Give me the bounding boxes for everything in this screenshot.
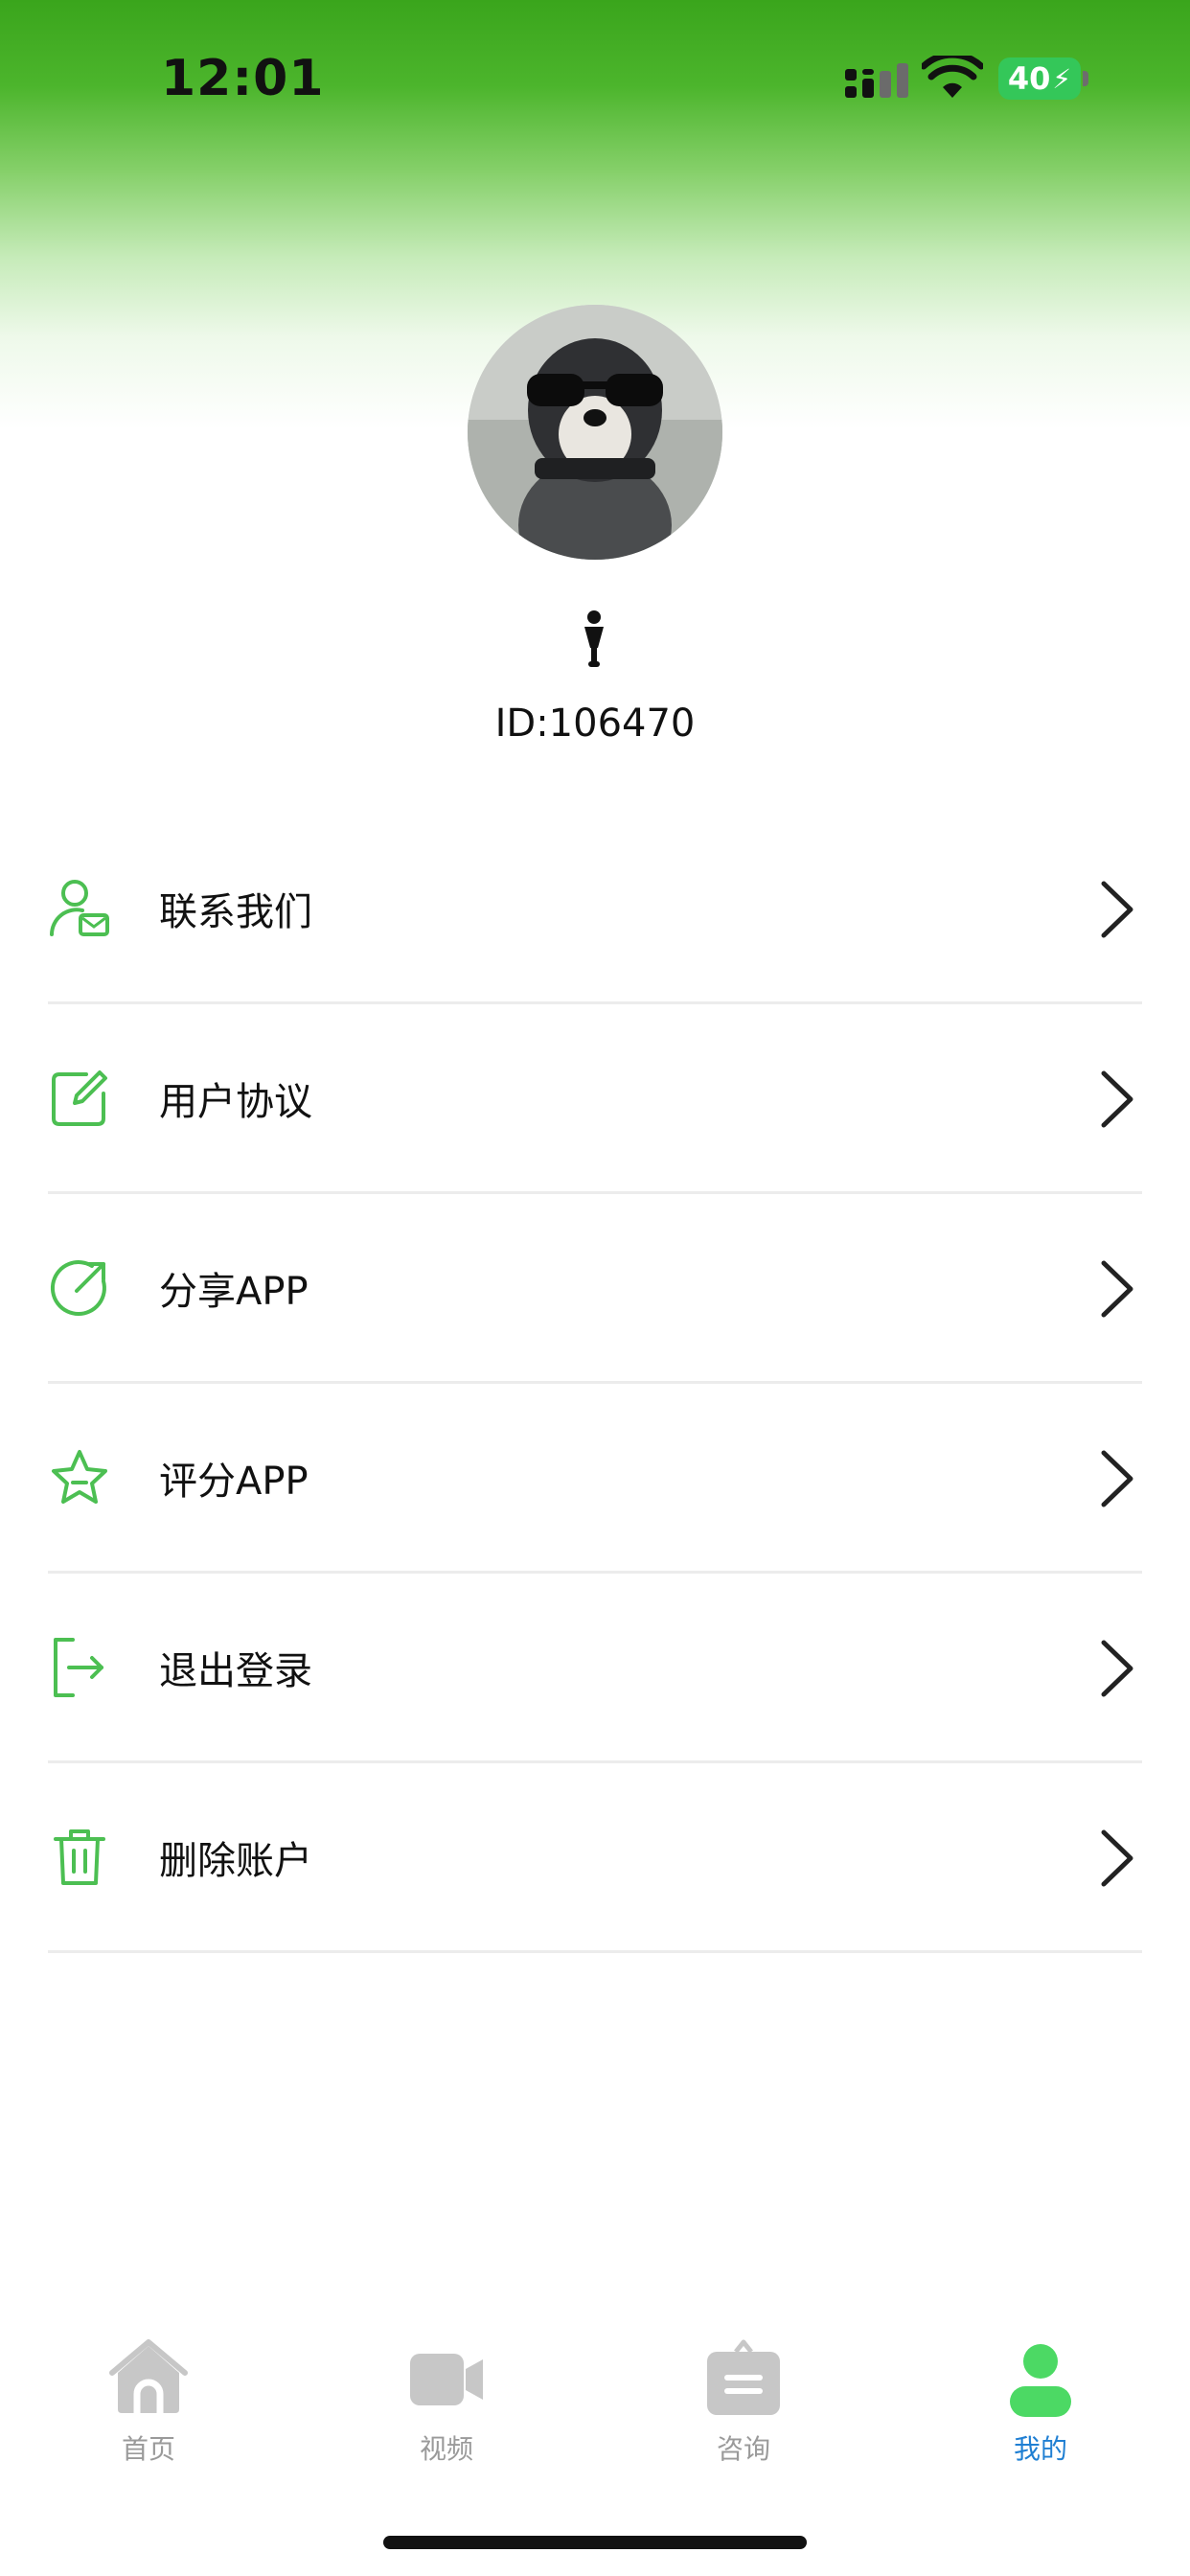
menu-item-rate-app[interactable]: 评分APP xyxy=(48,1384,1142,1574)
tab-profile[interactable]: 我的 xyxy=(945,2338,1136,2482)
home-indicator xyxy=(383,2536,807,2549)
menu-item-contact[interactable]: 联系我们 xyxy=(48,815,1142,1004)
charging-bolt-icon: ⚡ xyxy=(1052,62,1072,95)
menu-item-label: 删除账户 xyxy=(159,1838,312,1883)
menu-item-label: 评分APP xyxy=(159,1459,309,1504)
menu-item-label: 退出登录 xyxy=(159,1648,312,1693)
tab-home[interactable]: 首页 xyxy=(53,2338,244,2482)
video-icon xyxy=(410,2354,483,2405)
battery-nub xyxy=(1083,71,1088,86)
contact-mail-icon xyxy=(48,877,111,940)
home-icon xyxy=(109,2339,188,2413)
menu-item-delete-account[interactable]: 删除账户 xyxy=(48,1763,1142,1953)
signal-icon xyxy=(845,63,908,98)
consult-icon xyxy=(707,2339,780,2415)
menu-item-user-agreement[interactable]: 用户协议 xyxy=(48,1004,1142,1194)
chevron-right-icon xyxy=(1101,1260,1133,1318)
logout-icon xyxy=(48,1636,111,1699)
settings-menu: 联系我们 用户协议 分享APP 评分APP 退出登录 删除账户 xyxy=(48,815,1142,1953)
bottom-tab-bar: 首页 视频 咨询 我的 xyxy=(0,2338,1190,2482)
menu-item-share-app[interactable]: 分享APP xyxy=(48,1194,1142,1384)
tab-label: 咨询 xyxy=(716,2433,770,2465)
chevron-right-icon xyxy=(1101,1829,1133,1887)
menu-item-label: 分享APP xyxy=(159,1269,309,1314)
edit-document-icon xyxy=(48,1067,111,1130)
chevron-right-icon xyxy=(1101,1640,1133,1697)
tab-label: 首页 xyxy=(121,2433,175,2465)
battery-level: 40 xyxy=(1007,60,1051,97)
status-time: 12:01 xyxy=(161,50,325,107)
menu-item-label: 联系我们 xyxy=(159,889,312,934)
wifi-icon xyxy=(922,56,983,98)
username-icon xyxy=(584,610,604,667)
tab-video[interactable]: 视频 xyxy=(351,2338,542,2482)
profile-icon xyxy=(1010,2344,1071,2417)
chevron-right-icon xyxy=(1101,1070,1133,1128)
menu-item-logout[interactable]: 退出登录 xyxy=(48,1574,1142,1763)
chevron-right-icon xyxy=(1101,1450,1133,1507)
avatar[interactable] xyxy=(468,305,722,560)
chevron-right-icon xyxy=(1101,881,1133,938)
share-icon xyxy=(48,1256,111,1320)
battery-icon: 40 ⚡ xyxy=(998,58,1081,100)
menu-item-label: 用户协议 xyxy=(159,1079,312,1124)
trash-icon xyxy=(48,1826,111,1889)
tab-label: 我的 xyxy=(1013,2433,1067,2465)
status-bar: 12:01 40 ⚡ xyxy=(0,0,1190,163)
avatar-dog-photo xyxy=(468,305,722,560)
star-icon xyxy=(48,1446,111,1509)
tab-label: 视频 xyxy=(419,2433,473,2465)
tab-consult[interactable]: 咨询 xyxy=(648,2338,839,2482)
user-id: ID:106470 xyxy=(494,702,696,746)
